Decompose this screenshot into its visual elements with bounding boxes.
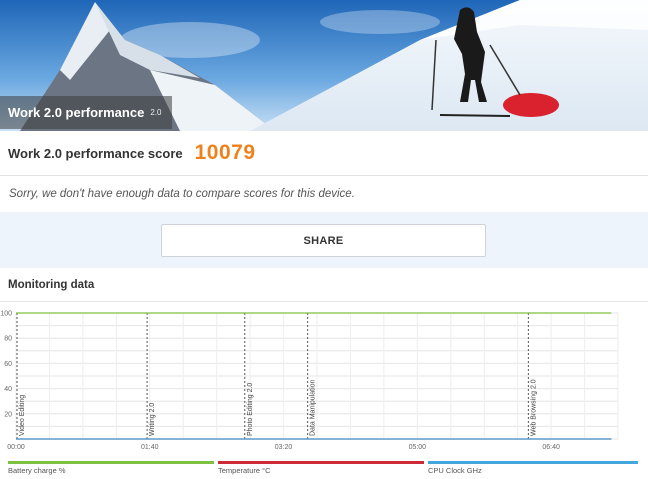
hero-title: Work 2.0 performance 2.0 [0,96,172,129]
y-tick-label: 40 [4,386,12,393]
monitoring-title: Monitoring data [0,268,648,302]
y-tick-label: 60 [4,361,12,368]
version-badge: 2.0 [150,108,162,117]
x-tick-label: 06:40 [542,444,560,451]
score-row: Work 2.0 performance score 10079 [0,131,648,176]
x-tick-label: 05:00 [409,444,427,451]
score-label: Work 2.0 performance score [8,145,183,161]
task-marker-label: Web Browsing 2.0 [530,379,537,436]
legend-item: Temperature °C [218,461,424,479]
legend-color-bar [218,461,424,464]
task-marker-label: Video Editing [19,395,26,436]
x-tick-label: 03:20 [275,444,293,451]
legend-label: CPU Clock GHz [428,466,482,475]
y-tick-label: 20 [4,411,12,418]
task-marker-label: Data Manipulation [310,379,317,436]
comparison-message: Sorry, we don't have enough data to comp… [9,188,355,200]
monitoring-chart-svg: 20 40 60 80 100 00:00 01:40 03:20 05:00 06:40 Vide… [0,311,619,451]
task-marker-label: Writing 2.0 [149,403,156,436]
hero-banner: Work 2.0 performance 2.0 [0,0,648,131]
task-marker-label: Photo Editing 2.0 [247,383,254,436]
legend-item: Battery charge % [8,461,214,479]
hero-title-text: Work 2.0 performance [8,105,145,120]
legend-item: CPU Clock GHz [428,461,638,479]
y-tick-label: 100 [0,311,12,318]
score-value: 10079 [194,141,256,164]
share-button[interactable]: SHARE [161,224,486,257]
x-tick-label: 01:40 [141,444,159,451]
y-tick-label: 80 [4,336,12,343]
legend-label: Battery charge % [8,466,66,475]
legend-color-bar [428,461,638,464]
legend-color-bar [8,461,214,464]
x-tick-label: 00:00 [7,444,25,451]
legend-label: Temperature °C [218,466,271,475]
monitoring-chart: 20 40 60 80 100 00:00 01:40 03:20 05:00 06:40 Vide… [0,303,648,479]
share-section: SHARE [0,212,648,268]
